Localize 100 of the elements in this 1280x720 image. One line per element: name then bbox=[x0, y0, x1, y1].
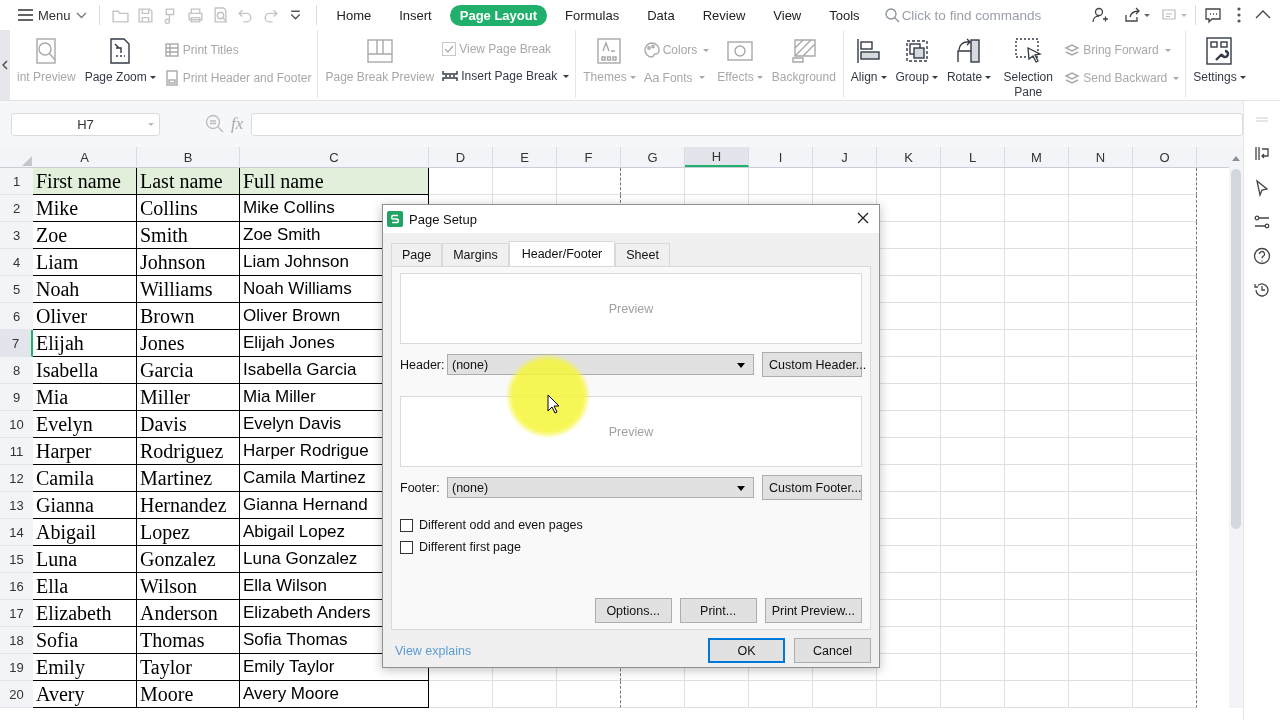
print-icon[interactable] bbox=[186, 6, 204, 24]
ribbon-button[interactable]: Rotate bbox=[943, 34, 995, 87]
table-cell: Wilson bbox=[137, 573, 240, 600]
ribbon-button[interactable]: Page Zoom bbox=[81, 34, 159, 87]
table-cell: Last name bbox=[137, 168, 240, 195]
row-number[interactable]: 10 bbox=[0, 411, 33, 438]
row-number[interactable]: 8 bbox=[0, 357, 33, 384]
add-user-icon[interactable] bbox=[1091, 6, 1109, 24]
table-cell: Abigail bbox=[33, 519, 137, 546]
column-header[interactable]: B bbox=[137, 147, 240, 167]
dialog-button[interactable]: Options... bbox=[594, 598, 672, 623]
menu-tab[interactable]: Data bbox=[637, 4, 685, 26]
row-number[interactable]: 9 bbox=[0, 384, 33, 411]
table-cell: Hernandez bbox=[137, 492, 240, 519]
header-preview: Preview bbox=[400, 273, 862, 344]
menu-tab[interactable]: Home bbox=[326, 4, 382, 26]
checkbox[interactable] bbox=[400, 540, 413, 554]
column-header[interactable]: F bbox=[557, 147, 621, 167]
column-header[interactable]: I bbox=[749, 147, 813, 167]
row-number[interactable]: 6 bbox=[0, 303, 33, 330]
column-header[interactable]: J bbox=[813, 147, 877, 167]
row-number[interactable]: 17 bbox=[0, 600, 33, 627]
header-dropdown[interactable]: (none) bbox=[447, 354, 754, 375]
table-cell: Davis bbox=[137, 411, 240, 438]
dialog-button[interactable]: Print... bbox=[679, 598, 757, 623]
column-header[interactable]: C bbox=[240, 147, 429, 167]
checkbox[interactable] bbox=[400, 518, 413, 532]
menu-tab[interactable]: Formulas bbox=[555, 4, 630, 26]
row-number[interactable]: 2 bbox=[0, 195, 33, 222]
row-number[interactable]: 16 bbox=[0, 573, 33, 600]
vertical-scrollbar[interactable] bbox=[1229, 147, 1243, 708]
ribbon-button[interactable]: Insert Page Break bbox=[440, 66, 572, 86]
footer-dropdown[interactable]: (none) bbox=[447, 477, 754, 498]
table-cell: Emily bbox=[33, 654, 137, 681]
ribbon-button[interactable]: Align bbox=[847, 34, 890, 87]
sliders-icon[interactable] bbox=[1253, 213, 1271, 231]
name-box[interactable]: H7 bbox=[11, 112, 160, 136]
row-number[interactable]: 15 bbox=[0, 546, 33, 573]
wrap-icon[interactable] bbox=[1253, 145, 1271, 163]
row-number[interactable]: 12 bbox=[0, 465, 33, 492]
dialog-tab[interactable]: Margins bbox=[442, 243, 509, 266]
save-icon[interactable] bbox=[136, 6, 154, 24]
column-header[interactable]: A bbox=[33, 147, 137, 167]
settings-icon bbox=[1204, 36, 1235, 66]
ribbon-button[interactable]: Settings bbox=[1190, 34, 1249, 87]
menu-tab[interactable]: Review bbox=[692, 4, 756, 26]
menu-tab[interactable]: View bbox=[763, 4, 812, 26]
row-number[interactable]: 7 bbox=[0, 330, 33, 357]
row-number[interactable]: 1 bbox=[0, 168, 33, 195]
dialog-tab[interactable]: Sheet bbox=[615, 243, 670, 266]
cancel-button[interactable]: Cancel bbox=[794, 638, 871, 663]
row-number[interactable]: 3 bbox=[0, 222, 33, 249]
table-cell: Anderson bbox=[137, 600, 240, 627]
row-number[interactable]: 20 bbox=[0, 681, 33, 708]
row-number[interactable]: 19 bbox=[0, 654, 33, 681]
row-number[interactable]: 5 bbox=[0, 276, 33, 303]
formula-input[interactable] bbox=[251, 112, 1243, 136]
row-number[interactable]: 4 bbox=[0, 249, 33, 276]
dialog-button[interactable]: Print Preview... bbox=[764, 598, 862, 623]
table-cell: Collins bbox=[137, 195, 240, 222]
share-icon[interactable] bbox=[1123, 6, 1141, 24]
table-cell: Noah bbox=[33, 276, 137, 303]
custom-footer-button[interactable]: Custom Footer... bbox=[762, 475, 862, 500]
table-cell: Rodriguez bbox=[137, 438, 240, 465]
menu-tab[interactable]: Tools bbox=[819, 4, 870, 26]
table-cell: Thomas bbox=[137, 627, 240, 654]
ribbon-button[interactable]: Group bbox=[892, 34, 941, 87]
search-icon bbox=[883, 7, 900, 23]
dialog-tab[interactable]: Header/Footer bbox=[508, 241, 616, 266]
row-number[interactable]: 13 bbox=[0, 492, 33, 519]
menu-tab[interactable]: Insert bbox=[389, 4, 442, 26]
palette-icon bbox=[643, 42, 660, 58]
comment-icon[interactable] bbox=[1204, 6, 1222, 24]
footer-preview: Preview bbox=[400, 396, 862, 467]
ok-button[interactable]: OK bbox=[708, 638, 785, 663]
menu-button[interactable]: Menu bbox=[14, 5, 91, 25]
page-icon bbox=[163, 70, 180, 86]
column-header[interactable]: L bbox=[941, 147, 1005, 167]
layers-icon bbox=[1064, 70, 1081, 86]
row-number[interactable]: 14 bbox=[0, 519, 33, 546]
row-number[interactable]: 18 bbox=[0, 627, 33, 654]
column-header[interactable]: M bbox=[1005, 147, 1069, 167]
caret-icon bbox=[148, 122, 154, 126]
print-preview-icon[interactable] bbox=[211, 6, 229, 24]
column-header[interactable]: N bbox=[1069, 147, 1133, 167]
column-header[interactable]: O bbox=[1133, 147, 1197, 167]
scroll-left-button[interactable] bbox=[0, 30, 10, 100]
help-icon[interactable] bbox=[1253, 247, 1271, 265]
column-header[interactable]: E bbox=[493, 147, 557, 167]
table-cell: Camila bbox=[33, 465, 137, 492]
dialog-tab[interactable]: Page bbox=[391, 243, 443, 266]
row-number[interactable]: 11 bbox=[0, 438, 33, 465]
column-header[interactable]: D bbox=[429, 147, 493, 167]
history-icon[interactable] bbox=[1253, 281, 1271, 299]
ribbon-button[interactable]: Selection Pane bbox=[997, 34, 1060, 102]
column-header[interactable]: H bbox=[685, 147, 749, 167]
table-cell: Elijah bbox=[33, 330, 137, 357]
zoom-out-icon[interactable] bbox=[205, 114, 225, 134]
pointer-tool-icon[interactable] bbox=[1253, 179, 1271, 197]
column-header[interactable]: K bbox=[877, 147, 941, 167]
